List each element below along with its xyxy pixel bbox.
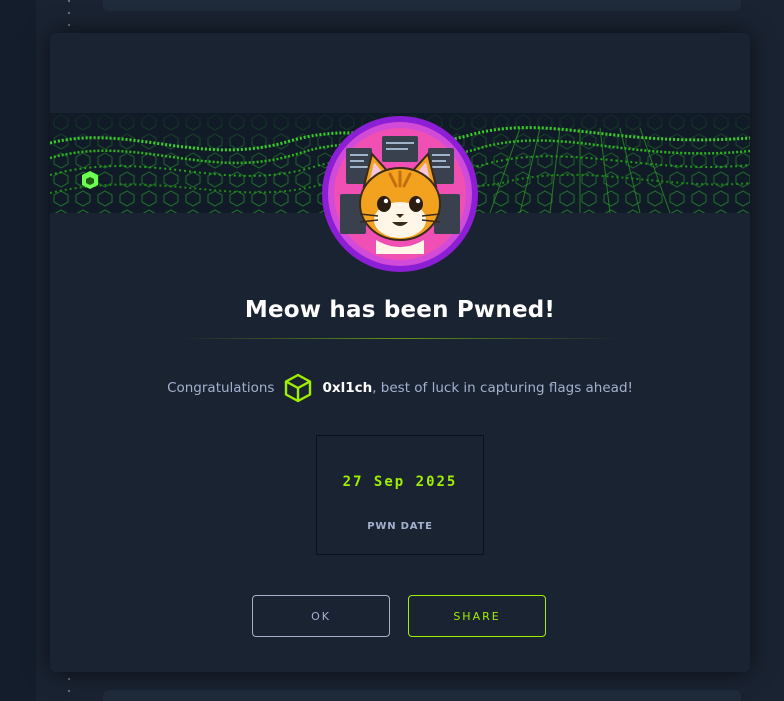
background-dot bbox=[68, 690, 70, 692]
modal-title: Meow has been Pwned! bbox=[244, 297, 556, 323]
share-button[interactable]: SHARE bbox=[408, 595, 546, 637]
title-divider bbox=[180, 338, 620, 339]
background-dot bbox=[68, 12, 70, 14]
hexagon-cube-icon bbox=[282, 372, 314, 404]
pwn-date-card: 27 Sep 2025 PWN DATE bbox=[316, 435, 484, 555]
congrats-suffix: , best of luck in capturing flags ahead! bbox=[372, 380, 633, 396]
congrats-prefix: Congratulations bbox=[167, 380, 275, 396]
background-dot bbox=[68, 24, 70, 26]
pwned-modal: Meow has been Pwned! Congratulations 0xl… bbox=[50, 33, 750, 672]
background-card-top bbox=[103, 0, 741, 11]
machine-avatar bbox=[320, 114, 480, 274]
pwn-date-label: PWN DATE bbox=[367, 521, 433, 532]
congrats-message: Congratulations 0xl1ch , best of luck in… bbox=[50, 372, 750, 404]
background-dot bbox=[68, 0, 70, 2]
ok-button[interactable]: OK bbox=[252, 595, 390, 637]
username[interactable]: 0xl1ch bbox=[322, 380, 372, 396]
background-dot bbox=[68, 678, 70, 680]
pwn-date-value: 27 Sep 2025 bbox=[342, 474, 458, 490]
background-card-bottom bbox=[103, 690, 741, 701]
meow-cat-avatar-icon bbox=[322, 116, 478, 272]
